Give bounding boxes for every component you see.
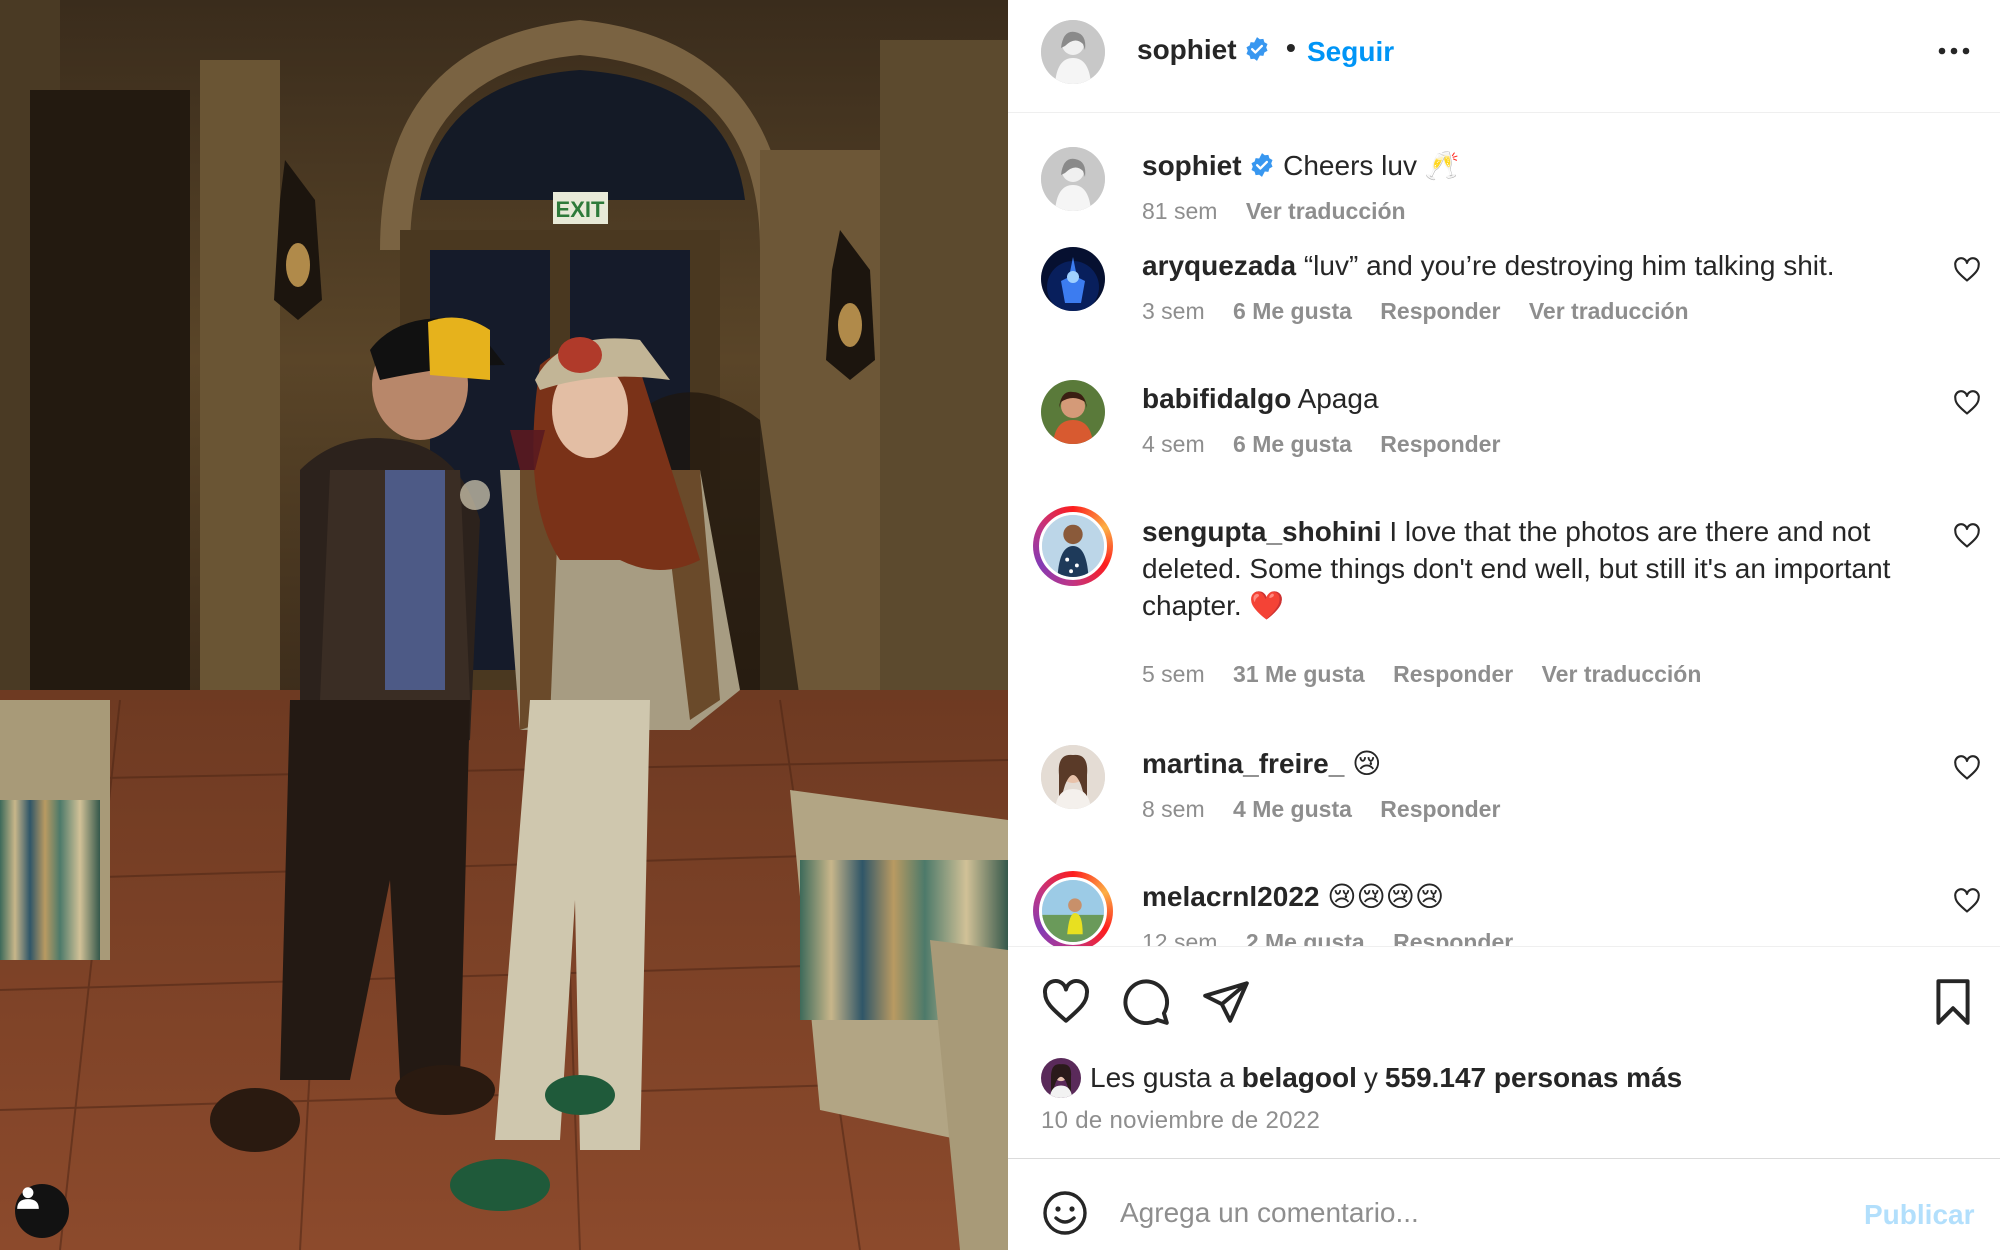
bookmark-icon[interactable] xyxy=(1928,977,1978,1027)
comment-username[interactable]: martina_freire_ xyxy=(1142,748,1344,779)
likes-user[interactable]: belagool xyxy=(1242,1062,1357,1094)
post-photo[interactable]: EXIT xyxy=(0,0,1008,1250)
heart-icon[interactable] xyxy=(1953,887,1981,915)
comment-username[interactable]: babifidalgo xyxy=(1142,383,1291,414)
tag-button[interactable] xyxy=(15,1184,69,1238)
avatar[interactable] xyxy=(1041,380,1105,444)
username-text[interactable]: sophiet xyxy=(1137,34,1237,65)
heart-icon[interactable] xyxy=(1953,754,1981,782)
avatar[interactable] xyxy=(1041,745,1105,809)
add-comment-bar: Publicar xyxy=(1008,1158,2000,1250)
likes-summary: Les gusta a belagool y 559.147 personas … xyxy=(1041,1058,1689,1098)
post-actions: Les gusta a belagool y 559.147 personas … xyxy=(1008,946,2000,1158)
comment-time[interactable]: 5 sem xyxy=(1142,661,1205,687)
likes-count[interactable]: 559.147 personas más xyxy=(1385,1062,1682,1094)
svg-text:EXIT: EXIT xyxy=(556,197,605,222)
comments-list[interactable]: sophiet Cheers luv 🥂 81 sem Ver traducci… xyxy=(1008,114,2000,946)
comment-text: 😢 xyxy=(1352,748,1382,779)
reply-button[interactable]: Responder xyxy=(1380,796,1500,822)
comment-text: Apaga xyxy=(1297,383,1379,414)
reply-button[interactable]: Responder xyxy=(1380,431,1500,457)
avatar[interactable] xyxy=(1041,247,1105,311)
user-tag-icon xyxy=(17,1187,39,1209)
avatar[interactable] xyxy=(1041,20,1105,84)
paper-plane-icon[interactable] xyxy=(1201,977,1251,1027)
comment-time[interactable]: 3 sem xyxy=(1142,298,1205,324)
comment-likes[interactable]: 4 Me gusta xyxy=(1233,796,1352,822)
more-horizontal-icon[interactable] xyxy=(1934,36,1974,66)
comment-time[interactable]: 12 sem xyxy=(1142,929,1217,946)
verified-badge-icon xyxy=(1246,37,1268,61)
story-ring[interactable] xyxy=(1033,871,1113,946)
separator-dot: • xyxy=(1286,32,1296,63)
heart-icon[interactable] xyxy=(1953,256,1981,284)
verified-badge-icon xyxy=(1251,153,1273,177)
comment-likes[interactable]: 31 Me gusta xyxy=(1233,661,1365,687)
post-image: EXIT xyxy=(0,0,1008,1250)
avatar[interactable] xyxy=(1039,512,1107,580)
caption-time[interactable]: 81 sem xyxy=(1142,198,1217,224)
story-ring[interactable] xyxy=(1033,506,1113,586)
avatar[interactable] xyxy=(1039,877,1107,945)
comment-input[interactable] xyxy=(1120,1185,1820,1241)
comment-likes[interactable]: 6 Me gusta xyxy=(1233,298,1352,324)
follow-button[interactable]: Seguir xyxy=(1307,36,1394,68)
likes-connector: y xyxy=(1363,1062,1378,1093)
likes-prefix: Les gusta a xyxy=(1090,1062,1235,1093)
comment-time[interactable]: 4 sem xyxy=(1142,431,1205,457)
reply-button[interactable]: Responder xyxy=(1380,298,1500,324)
heart-icon[interactable] xyxy=(1953,522,1981,550)
comment-bubble-icon[interactable] xyxy=(1121,977,1171,1027)
comment-text: “luv” and you’re destroying him talking … xyxy=(1303,250,1835,281)
comment-likes[interactable]: 2 Me gusta xyxy=(1246,929,1365,946)
comment-text: 😢😢😢😢 xyxy=(1327,881,1445,912)
comment-time[interactable]: 8 sem xyxy=(1142,796,1205,822)
publish-button[interactable]: Publicar xyxy=(1864,1199,1974,1231)
translate-button[interactable]: Ver traducción xyxy=(1542,661,1702,687)
caption-text: Cheers luv 🥂 xyxy=(1283,150,1460,181)
avatar[interactable] xyxy=(1041,1058,1081,1098)
translate-button[interactable]: Ver traducción xyxy=(1529,298,1689,324)
header-username[interactable]: sophiet xyxy=(1137,34,1270,66)
heart-icon[interactable] xyxy=(1953,389,1981,417)
reply-button[interactable]: Responder xyxy=(1393,929,1513,946)
avatar[interactable] xyxy=(1041,147,1105,211)
reply-button[interactable]: Responder xyxy=(1393,661,1513,687)
comment-likes[interactable]: 6 Me gusta xyxy=(1233,431,1352,457)
caption-username[interactable]: sophiet xyxy=(1142,150,1242,181)
comment-username[interactable]: melacrnl2022 xyxy=(1142,881,1319,912)
post-date[interactable]: 10 de noviembre de 2022 xyxy=(1041,1107,1320,1135)
translate-button[interactable]: Ver traducción xyxy=(1246,198,1406,224)
comment-username[interactable]: sengupta_shohini xyxy=(1142,516,1382,547)
post-side-panel: sophiet • Seguir sophiet Cheers luv 🥂 81… xyxy=(1008,0,2000,1250)
comment-username[interactable]: aryquezada xyxy=(1142,250,1296,281)
heart-icon[interactable] xyxy=(1041,977,1091,1027)
emoji-smile-icon[interactable] xyxy=(1041,1189,1089,1237)
post-header: sophiet • Seguir xyxy=(1008,0,2000,113)
